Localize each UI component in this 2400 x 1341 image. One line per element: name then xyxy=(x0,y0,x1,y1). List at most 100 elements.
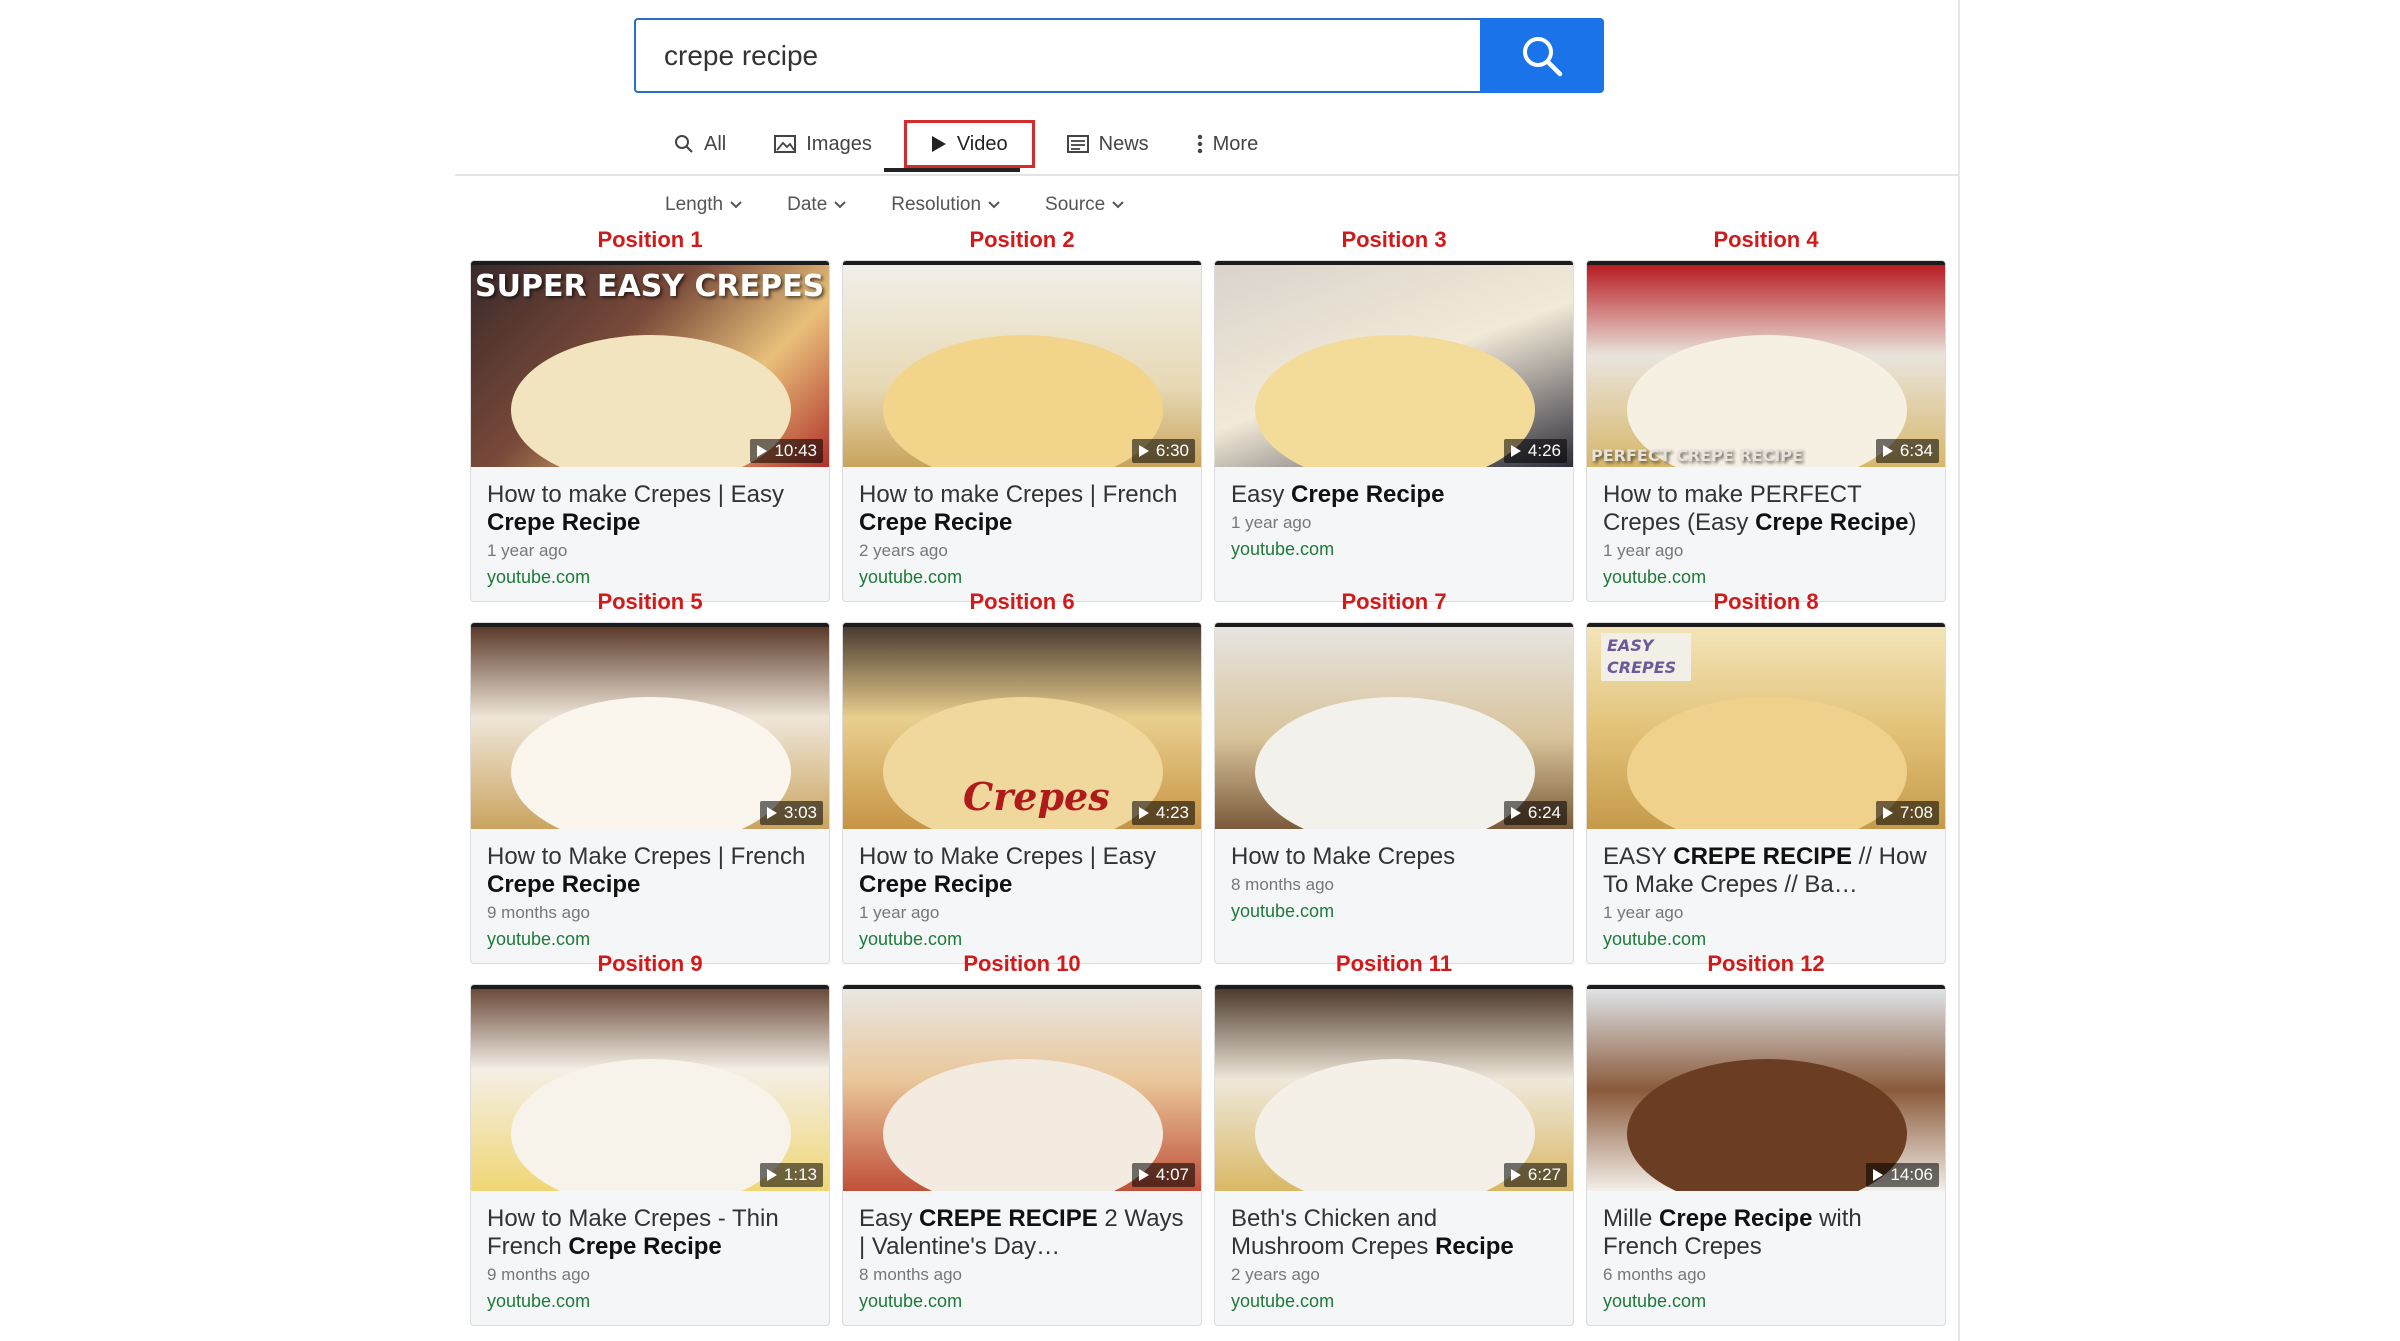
video-info: How to make Crepes | French Crepe Recipe… xyxy=(843,467,1201,588)
duration-text: 10:43 xyxy=(774,441,817,460)
video-title[interactable]: How to Make Crepes xyxy=(1231,843,1557,871)
filter-source[interactable]: Source xyxy=(1045,194,1125,216)
filter-label: Resolution xyxy=(891,194,982,215)
thumbnail-overlay-text: Crepes xyxy=(963,774,1110,819)
video-thumbnail[interactable]: PERFECT CREPE RECIPE 6:34 xyxy=(1587,261,1945,467)
video-age: 1 year ago xyxy=(1603,541,1684,560)
title-highlight: CREPE RECIPE xyxy=(919,1205,1098,1232)
search-input[interactable] xyxy=(634,18,1480,93)
video-title[interactable]: How to make Crepes | French Crepe Recipe xyxy=(859,481,1185,537)
video-source-link[interactable]: youtube.com xyxy=(1603,929,1929,950)
video-results-grid: Position 1 SUPER EASY CREPES 10:43 How to m… xyxy=(470,226,1946,1326)
video-thumbnail[interactable]: SUPER EASY CREPES 10:43 xyxy=(471,261,829,467)
position-label: Position 9 xyxy=(597,951,703,976)
filter-label: Date xyxy=(787,194,828,215)
video-card[interactable]: 6:30 How to make Crepes | French Crepe Re… xyxy=(842,260,1202,602)
video-result-cell: Position 4 PERFECT CREPE RECIPE 6:34 How to… xyxy=(1586,226,1946,602)
video-source-link[interactable]: youtube.com xyxy=(859,1291,1185,1312)
play-icon xyxy=(1510,1169,1521,1181)
duration-text: 6:27 xyxy=(1527,1165,1561,1184)
video-card[interactable]: 14:06 Mille Crepe Recipe with French Crep… xyxy=(1586,984,1946,1326)
title-text: How to Make Crepes xyxy=(1231,843,1456,870)
video-title[interactable]: Mille Crepe Recipe with French Crepes xyxy=(1603,1205,1929,1261)
tab-news[interactable]: News xyxy=(1043,120,1173,168)
header-divider xyxy=(455,174,1958,176)
title-highlight: Recipe xyxy=(1435,1233,1514,1260)
crepe-plate-graphic xyxy=(1627,1059,1907,1191)
video-source-link[interactable]: youtube.com xyxy=(859,567,1185,588)
video-title[interactable]: How to Make Crepes - Thin French Crepe R… xyxy=(487,1205,813,1261)
video-source-link[interactable]: youtube.com xyxy=(859,929,1185,950)
video-info: Beth's Chicken and Mushroom Crepes Recip… xyxy=(1215,1191,1573,1312)
video-thumbnail[interactable]: 4:26 xyxy=(1215,261,1573,467)
title-highlight: Crepe Recipe xyxy=(859,871,1013,898)
more-vertical-icon xyxy=(1197,134,1202,154)
title-text: Beth's Chicken and Mushroom Crepes xyxy=(1231,1205,1438,1260)
crepe-plate-graphic xyxy=(883,335,1163,467)
video-card[interactable]: PERFECT CREPE RECIPE 6:34 How to make PERF… xyxy=(1586,260,1946,602)
video-age: 9 months ago xyxy=(487,1265,591,1284)
video-source-link[interactable]: youtube.com xyxy=(487,929,813,950)
position-label: Position 5 xyxy=(597,589,703,614)
video-source-link[interactable]: youtube.com xyxy=(487,1291,813,1312)
crepe-plate-graphic xyxy=(1255,697,1535,829)
video-info: Easy Crepe Recipe 1 year ago youtube.com xyxy=(1215,467,1573,560)
tab-more[interactable]: More xyxy=(1173,120,1283,168)
title-text: How to Make Crepes | French xyxy=(487,843,806,870)
video-result-cell: Position 5 3:03 How to Make Crepes | Frenc… xyxy=(470,588,830,964)
video-title[interactable]: How to make PERFECT Crepes (Easy Crepe R… xyxy=(1603,481,1929,537)
video-source-link[interactable]: youtube.com xyxy=(1231,901,1557,922)
video-source-link[interactable]: youtube.com xyxy=(1231,539,1557,560)
video-source-link[interactable]: youtube.com xyxy=(1231,1291,1557,1312)
title-text: Easy xyxy=(859,1205,920,1232)
video-info: Easy CREPE RECIPE 2 Ways | Valentine's D… xyxy=(843,1191,1201,1312)
video-title[interactable]: How to make Crepes | Easy Crepe Recipe xyxy=(487,481,813,537)
video-source-link[interactable]: youtube.com xyxy=(487,567,813,588)
video-title[interactable]: Beth's Chicken and Mushroom Crepes Recip… xyxy=(1231,1205,1557,1261)
tab-video[interactable]: Video xyxy=(903,120,1035,168)
title-highlight: Crepe Recipe xyxy=(1291,481,1445,508)
video-card[interactable]: EASY CREPES 7:08 EASY CREPE RECIPE // How … xyxy=(1586,622,1946,964)
play-icon xyxy=(766,807,777,819)
video-thumbnail[interactable]: 6:27 xyxy=(1215,985,1573,1191)
chevron-down-icon xyxy=(1112,201,1124,209)
video-card[interactable]: SUPER EASY CREPES 10:43 How to make Crepes… xyxy=(470,260,830,602)
duration-text: 4:07 xyxy=(1155,1165,1189,1184)
tab-all[interactable]: All xyxy=(650,120,750,168)
video-age: 8 months ago xyxy=(1231,875,1335,894)
video-card[interactable]: 6:24 How to Make Crepes 8 months ago youtub… xyxy=(1214,622,1574,964)
video-title[interactable]: Easy Crepe Recipe xyxy=(1231,481,1557,509)
filter-date[interactable]: Date xyxy=(787,194,847,216)
video-source-link[interactable]: youtube.com xyxy=(1603,1291,1929,1312)
video-title[interactable]: How to Make Crepes | French Crepe Recipe xyxy=(487,843,813,899)
tab-images[interactable]: Images xyxy=(750,120,896,168)
video-thumbnail[interactable]: 4:07 xyxy=(843,985,1201,1191)
video-card[interactable]: 1:13 How to Make Crepes - Thin French Cre… xyxy=(470,984,830,1326)
video-thumbnail[interactable]: 14:06 xyxy=(1587,985,1945,1191)
search-button[interactable] xyxy=(1480,18,1604,93)
video-age: 1 year ago xyxy=(1603,903,1684,922)
play-icon xyxy=(1882,445,1893,457)
video-thumbnail[interactable]: 6:24 xyxy=(1215,623,1573,829)
video-card[interactable]: 6:27 Beth's Chicken and Mushroom Crepes R… xyxy=(1214,984,1574,1326)
video-card[interactable]: Crepes 4:23 How to Make Crepes | Easy Crep… xyxy=(842,622,1202,964)
video-title[interactable]: Easy CREPE RECIPE 2 Ways | Valentine's D… xyxy=(859,1205,1185,1261)
video-source-link[interactable]: youtube.com xyxy=(1603,567,1929,588)
position-label: Position 7 xyxy=(1341,589,1447,614)
video-title[interactable]: How to Make Crepes | Easy Crepe Recipe xyxy=(859,843,1185,899)
filter-resolution[interactable]: Resolution xyxy=(891,194,1001,216)
video-thumbnail[interactable]: Crepes 4:23 xyxy=(843,623,1201,829)
filter-length[interactable]: Length xyxy=(665,194,743,216)
video-thumbnail[interactable]: 3:03 xyxy=(471,623,829,829)
title-highlight: Crepe Recipe xyxy=(568,1233,722,1260)
video-thumbnail[interactable]: 1:13 xyxy=(471,985,829,1191)
video-card[interactable]: 4:26 Easy Crepe Recipe 1 year ago youtube.c… xyxy=(1214,260,1574,602)
video-card[interactable]: 3:03 How to Make Crepes | French Crepe Re… xyxy=(470,622,830,964)
video-duration-badge: 6:30 xyxy=(1131,439,1195,463)
video-title[interactable]: EASY CREPE RECIPE // How To Make Crepes … xyxy=(1603,843,1929,899)
chevron-down-icon xyxy=(988,201,1000,209)
video-card[interactable]: 4:07 Easy CREPE RECIPE 2 Ways | Valentine… xyxy=(842,984,1202,1326)
video-thumbnail[interactable]: 6:30 xyxy=(843,261,1201,467)
position-label: Position 1 xyxy=(597,227,703,252)
video-thumbnail[interactable]: EASY CREPES 7:08 xyxy=(1587,623,1945,829)
